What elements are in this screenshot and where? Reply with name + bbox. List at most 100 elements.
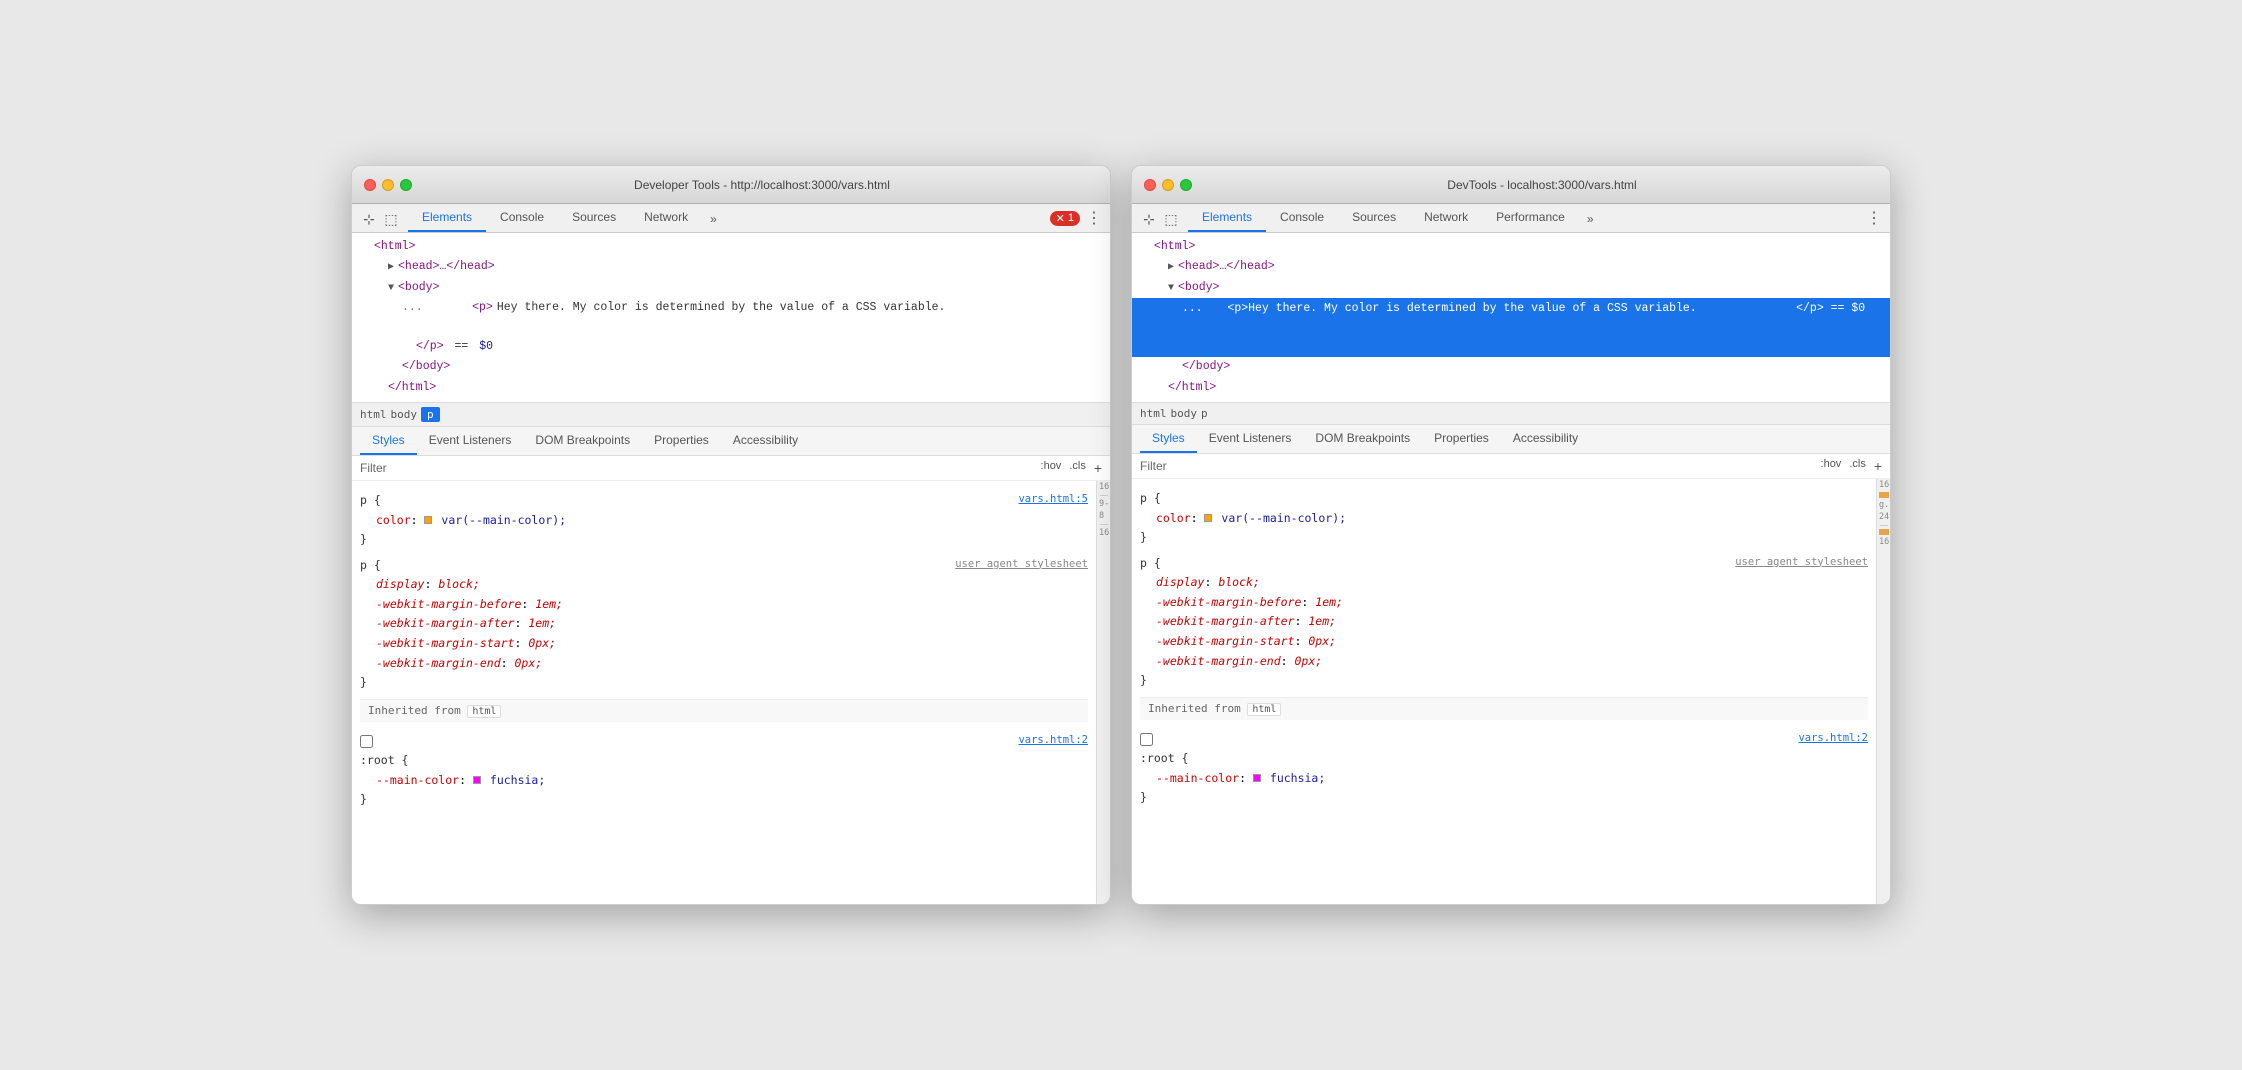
cursor-icon-1[interactable]: ⊹ <box>360 210 378 228</box>
filter-bar-1: Filter :hov .cls + <box>352 456 1110 481</box>
cls-button-1[interactable]: .cls <box>1069 460 1086 476</box>
fuchsia-swatch-2[interactable] <box>1253 774 1261 782</box>
styles-tab-props-1[interactable]: Properties <box>642 427 721 455</box>
html-line-html-2[interactable]: <html> <box>1132 237 1890 257</box>
html-line-head[interactable]: ▶ <head>…</head> <box>352 257 1110 277</box>
toolbar-icons-1: ⊹ ⬚ <box>360 210 400 232</box>
toolbar-icons-2: ⊹ ⬚ <box>1140 210 1180 232</box>
css-prop-margin-after: -webkit-margin-after: 1em; <box>360 614 1088 634</box>
color-swatch-orange-1[interactable] <box>424 516 432 524</box>
styles-tab-props-2[interactable]: Properties <box>1422 425 1501 453</box>
cursor-icon-2[interactable]: ⊹ <box>1140 210 1158 228</box>
css-close-ua-2: } <box>1140 671 1868 691</box>
devtools-window-1: Developer Tools - http://localhost:3000/… <box>351 165 1111 905</box>
breadcrumb-body-2[interactable]: body <box>1171 407 1198 420</box>
styles-tab-events-2[interactable]: Event Listeners <box>1197 425 1304 453</box>
html-line-html[interactable]: <html> <box>352 237 1110 257</box>
tab-sources-1[interactable]: Sources <box>558 204 630 232</box>
add-style-button-1[interactable]: + <box>1094 460 1102 476</box>
more-menu-2[interactable]: ⋮ <box>1866 208 1882 228</box>
css-source-ua-1: user agent stylesheet <box>955 556 1088 574</box>
breadcrumb-body-1[interactable]: body <box>391 408 418 421</box>
tab-performance-2[interactable]: Performance <box>1482 204 1579 232</box>
tab-network-2[interactable]: Network <box>1410 204 1482 232</box>
html-line-p-2[interactable]: ... <p>Hey there. My color is determined… <box>1132 298 1890 357</box>
breadcrumb-html-1[interactable]: html <box>360 408 387 421</box>
breadcrumb-2: html body p <box>1132 403 1890 425</box>
styles-tab-access-1[interactable]: Accessibility <box>721 427 810 455</box>
styles-tab-styles-1[interactable]: Styles <box>360 427 417 455</box>
html-line-html-close-2[interactable]: </html> <box>1132 378 1890 398</box>
title-bar-2: DevTools - localhost:3000/vars.html <box>1132 166 1890 204</box>
tab-overflow-1[interactable]: » <box>702 206 725 232</box>
hov-button-2[interactable]: :hov <box>1821 458 1842 474</box>
css-prop-main-color-2: --main-color: fuchsia; <box>1140 769 1868 789</box>
css-prop-margin-end: -webkit-margin-end: 0px; <box>360 654 1088 674</box>
dash-1 <box>1100 495 1108 496</box>
orange-marker-b-2 <box>1879 529 1889 535</box>
tab-console-2[interactable]: Console <box>1266 204 1338 232</box>
close-button-1[interactable] <box>364 179 376 191</box>
tab-network-1[interactable]: Network <box>630 204 702 232</box>
html-line-body[interactable]: ▼ <body> <box>352 278 1110 298</box>
styles-tab-dom-1[interactable]: DOM Breakpoints <box>523 427 642 455</box>
color-swatch-orange-2[interactable] <box>1204 514 1212 522</box>
filter-bar-2: Filter :hov .cls + <box>1132 454 1890 479</box>
filter-label-2: Filter <box>1140 459 1813 473</box>
fuchsia-swatch-1[interactable] <box>473 776 481 784</box>
breadcrumb-p-2[interactable]: p <box>1201 407 1208 420</box>
html-line-p-close[interactable]: </p> == $0 <box>352 337 1110 357</box>
inherited-tag-2[interactable]: html <box>1247 703 1281 716</box>
css-source-root-2[interactable]: vars.html:2 <box>1798 730 1868 748</box>
devtools-window-2: DevTools - localhost:3000/vars.html ⊹ ⬚ … <box>1131 165 1891 905</box>
breadcrumb-p-1[interactable]: p <box>421 407 440 422</box>
css-prop-margin-before: -webkit-margin-before: 1em; <box>360 595 1088 615</box>
css-block-p-ua-2: user agent stylesheet p { display: block… <box>1140 554 1868 691</box>
css-block-root-2: vars.html:2 :root { --main-color: fuchsi… <box>1140 726 1868 812</box>
css-source-root-1[interactable]: vars.html:2 <box>1018 732 1088 750</box>
more-menu-1[interactable]: ⋮ <box>1086 208 1102 228</box>
breadcrumb-html-2[interactable]: html <box>1140 407 1167 420</box>
html-line-p[interactable]: ... <p>Hey there. My color is determined… <box>352 298 1110 337</box>
html-line-body-close-2[interactable]: </body> <box>1132 357 1890 377</box>
styles-tab-dom-2[interactable]: DOM Breakpoints <box>1303 425 1422 453</box>
maximize-button-2[interactable] <box>1180 179 1192 191</box>
styles-tab-styles-2[interactable]: Styles <box>1140 425 1197 453</box>
styles-content-1: vars.html:5 p { color: var(--main-color)… <box>352 481 1110 904</box>
styles-tab-access-2[interactable]: Accessibility <box>1501 425 1590 453</box>
css-property-color-2: color: var(--main-color); <box>1140 509 1868 529</box>
html-line-body-close[interactable]: </body> <box>352 357 1110 377</box>
root-checkbox-2[interactable] <box>1140 733 1153 746</box>
tab-console-1[interactable]: Console <box>486 204 558 232</box>
tab-elements-1[interactable]: Elements <box>408 204 486 232</box>
minimize-button-2[interactable] <box>1162 179 1174 191</box>
inherited-tag-1[interactable]: html <box>467 705 501 718</box>
inspect-icon-1[interactable]: ⬚ <box>382 210 400 228</box>
inspect-icon-2[interactable]: ⬚ <box>1162 210 1180 228</box>
css-close-2: } <box>1140 528 1868 548</box>
styles-scrollbar-2: 16 g. 24× 16 <box>1876 479 1890 904</box>
html-line-html-close[interactable]: </html> <box>352 378 1110 398</box>
css-prop-margin-after-2: -webkit-margin-after: 1em; <box>1140 612 1868 632</box>
close-button-2[interactable] <box>1144 179 1156 191</box>
hov-button-1[interactable]: :hov <box>1041 460 1062 476</box>
filter-actions-2: :hov .cls + <box>1821 458 1882 474</box>
html-line-body-2[interactable]: ▼ <body> <box>1132 278 1890 298</box>
tab-overflow-2[interactable]: » <box>1579 206 1602 232</box>
css-close-1: } <box>360 530 1088 550</box>
minimize-button-1[interactable] <box>382 179 394 191</box>
css-block-root-1: vars.html:2 :root { --main-color: fuchsi… <box>360 728 1088 814</box>
maximize-button-1[interactable] <box>400 179 412 191</box>
html-line-head-2[interactable]: ▶ <head>…</head> <box>1132 257 1890 277</box>
css-source-1[interactable]: vars.html:5 <box>1018 491 1088 509</box>
cls-button-2[interactable]: .cls <box>1849 458 1866 474</box>
inherited-label-2: Inherited from <box>1148 702 1247 715</box>
add-style-button-2[interactable]: + <box>1874 458 1882 474</box>
tab-elements-2[interactable]: Elements <box>1188 204 1266 232</box>
tab-sources-2[interactable]: Sources <box>1338 204 1410 232</box>
styles-tab-events-1[interactable]: Event Listeners <box>417 427 524 455</box>
css-prop-margin-start-2: -webkit-margin-start: 0px; <box>1140 632 1868 652</box>
marker-g-2: g. <box>1877 499 1890 511</box>
error-badge-1: ✕ 1 <box>1050 211 1080 226</box>
root-checkbox-1[interactable] <box>360 735 373 748</box>
